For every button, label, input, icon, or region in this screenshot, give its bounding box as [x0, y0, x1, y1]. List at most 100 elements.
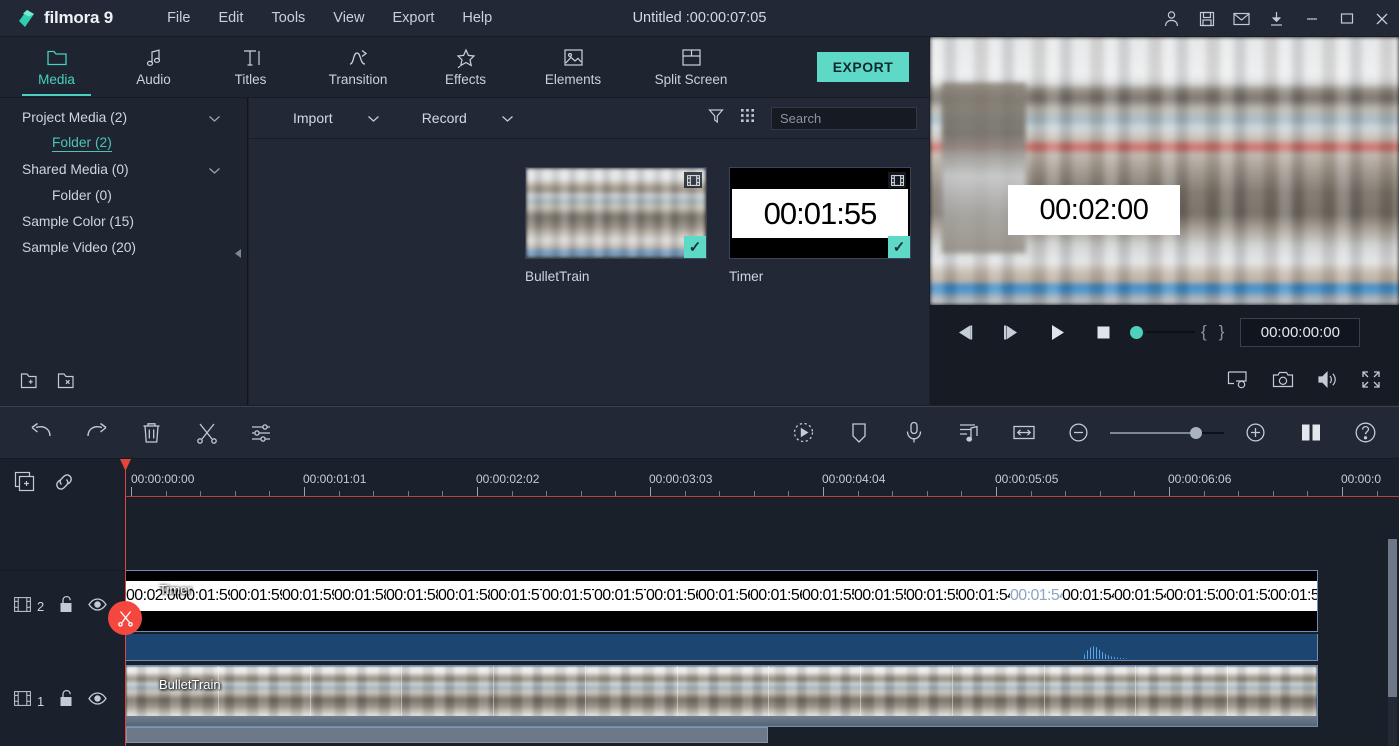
menu-item-help[interactable]: Help: [448, 5, 506, 31]
undo-button[interactable]: [14, 407, 69, 459]
filter-icon[interactable]: [708, 108, 724, 129]
minimize-icon[interactable]: [1294, 0, 1329, 37]
zoom-slider-knob[interactable]: [1190, 426, 1202, 439]
project-settings-icon[interactable]: [1227, 370, 1250, 394]
mail-icon[interactable]: [1224, 0, 1259, 37]
grid-view-icon[interactable]: [740, 108, 755, 128]
zoom-slider[interactable]: [1110, 426, 1224, 439]
split-button[interactable]: [179, 407, 234, 459]
video-preview[interactable]: 00:02:00: [930, 37, 1399, 305]
mark-out-button[interactable]: }: [1213, 322, 1231, 342]
zoom-out-button[interactable]: [1051, 407, 1106, 459]
delete-button[interactable]: [124, 407, 179, 459]
account-icon[interactable]: [1154, 0, 1189, 37]
volume-slider-track[interactable]: [1145, 331, 1195, 333]
tab-transition[interactable]: Transition: [299, 37, 417, 96]
chevron-down-icon[interactable]: [208, 163, 221, 178]
tab-effects[interactable]: Effects: [417, 37, 514, 96]
mark-in-button[interactable]: {: [1195, 322, 1213, 342]
timeline-tracks[interactable]: 00:02:00 00:01:59 00:01:59 00:01:59 00:01:58…: [125, 497, 1399, 746]
download-icon[interactable]: [1259, 0, 1294, 37]
crop-fit-button[interactable]: [996, 407, 1051, 459]
fullscreen-icon[interactable]: [1361, 370, 1381, 394]
sidebar-item-sample-color[interactable]: Sample Color (15): [0, 208, 247, 234]
timeline-ruler[interactable]: 00:00:00:00 00:00:01:01 00:00:02:02 00:0…: [125, 459, 1399, 497]
fit-timeline-button[interactable]: [1283, 407, 1338, 459]
eye-icon[interactable]: [88, 597, 108, 616]
tab-elements[interactable]: Elements: [514, 37, 632, 96]
export-button[interactable]: EXPORT: [817, 52, 909, 82]
save-icon[interactable]: [1189, 0, 1224, 37]
menu-item-tools[interactable]: Tools: [257, 5, 319, 31]
ruler-tick: [442, 491, 443, 496]
menu-item-file[interactable]: File: [153, 5, 204, 31]
preview-timecode[interactable]: 00:00:00:00: [1240, 317, 1361, 347]
ruler-tick: [373, 491, 374, 496]
play-button[interactable]: [1034, 312, 1080, 352]
zoom-slider-track-filled[interactable]: [1110, 431, 1190, 434]
sidebar-item-sample-video[interactable]: Sample Video (20): [0, 234, 247, 260]
audio-detach-button[interactable]: [941, 407, 996, 459]
collapse-panel-icon[interactable]: [234, 248, 243, 262]
tab-split-screen[interactable]: Split Screen: [632, 37, 750, 96]
timeline-vertical-scrollbar[interactable]: [1388, 539, 1397, 746]
auto-highlight-button[interactable]: [776, 407, 831, 459]
timeline-horizontal-scrollbar[interactable]: [125, 727, 1389, 743]
search-box[interactable]: [771, 106, 971, 130]
volume-icon[interactable]: [1317, 370, 1339, 394]
playhead[interactable]: [108, 459, 142, 746]
close-icon[interactable]: [1364, 0, 1399, 37]
eye-icon[interactable]: [88, 692, 108, 710]
timeline-clip-timer[interactable]: 00:02:00 00:01:59 00:01:59 00:01:59 00:01:58…: [125, 570, 1318, 632]
unlock-icon[interactable]: [58, 595, 74, 619]
link-icon[interactable]: [54, 472, 74, 497]
menu-item-edit[interactable]: Edit: [204, 5, 257, 31]
import-button[interactable]: Import: [293, 110, 380, 126]
volume-slider[interactable]: [1130, 325, 1195, 339]
media-item-bullettrain[interactable]: ✓ BulletTrain: [525, 167, 707, 284]
tab-media[interactable]: Media: [8, 37, 105, 96]
marker-button[interactable]: [831, 407, 886, 459]
split-at-playhead-button[interactable]: [108, 601, 142, 635]
ruler-tick: [166, 491, 167, 496]
sidebar-item-folder-0[interactable]: Folder (0): [0, 182, 247, 208]
prev-frame-button[interactable]: [942, 312, 988, 352]
zoom-in-button[interactable]: [1228, 407, 1283, 459]
sidebar-item-shared-media[interactable]: Shared Media (0): [0, 156, 247, 182]
help-button[interactable]: [1338, 407, 1393, 459]
sidebar-item-project-media[interactable]: Project Media (2): [0, 104, 247, 130]
menu-item-view[interactable]: View: [319, 5, 378, 31]
media-thumbnail[interactable]: 00:01:55 ✓: [729, 167, 911, 259]
add-track-icon[interactable]: [14, 471, 36, 497]
sidebar-item-folder-2[interactable]: Folder (2): [0, 130, 247, 156]
adjust-button[interactable]: [234, 407, 289, 459]
redo-button[interactable]: [69, 407, 124, 459]
tab-media-label: Media: [38, 71, 75, 87]
snapshot-icon[interactable]: [1272, 370, 1295, 394]
menu-item-export[interactable]: Export: [378, 5, 448, 31]
unlock-icon[interactable]: [58, 689, 74, 713]
timeline-clip-timer-audio[interactable]: [125, 634, 1318, 661]
volume-slider-knob[interactable]: [1130, 325, 1143, 339]
chevron-down-icon[interactable]: [208, 111, 221, 126]
tab-audio[interactable]: Audio: [105, 37, 202, 96]
chevron-down-icon[interactable]: [367, 110, 380, 126]
next-frame-button[interactable]: [988, 312, 1034, 352]
timeline-clip-bullettrain[interactable]: [125, 665, 1318, 727]
zoom-slider-track-rest[interactable]: [1202, 431, 1224, 434]
sidebar-bottom-actions: [0, 361, 248, 405]
stop-button[interactable]: [1080, 312, 1126, 352]
record-button[interactable]: Record: [422, 110, 514, 126]
media-item-timer[interactable]: 00:01:55 ✓ Timer: [729, 167, 911, 284]
media-thumbnail[interactable]: ✓: [525, 167, 707, 259]
delete-folder-icon[interactable]: [57, 371, 80, 395]
timeline-toolbar-left: [14, 407, 289, 459]
new-folder-icon[interactable]: [20, 371, 43, 395]
tab-titles[interactable]: Titles: [202, 37, 299, 96]
voiceover-button[interactable]: [886, 407, 941, 459]
ruler-tick: [685, 491, 686, 496]
chevron-down-icon[interactable]: [501, 110, 514, 126]
audio-waveform: [1072, 645, 1132, 659]
maximize-icon[interactable]: [1329, 0, 1364, 37]
ruler-tick: [754, 491, 755, 496]
